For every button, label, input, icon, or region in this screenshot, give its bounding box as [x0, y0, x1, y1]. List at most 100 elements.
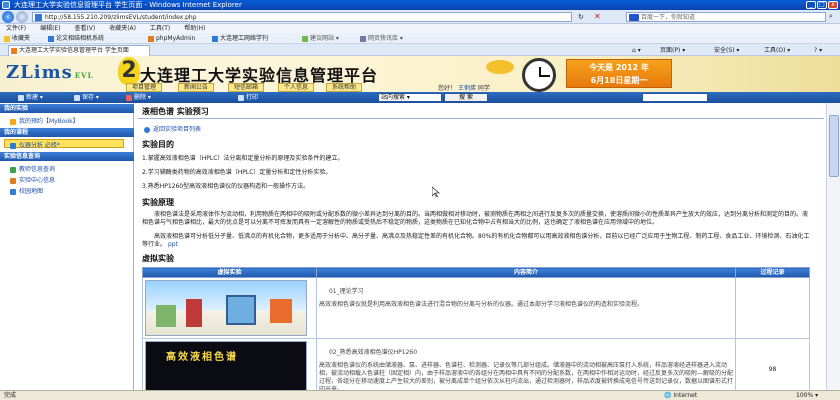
- address-input[interactable]: http://58.155.210.209/zlimsEVL/student/i…: [32, 12, 572, 22]
- internet-zone: 🌐 Internet: [664, 392, 698, 399]
- search-icon[interactable]: ⌕: [829, 12, 833, 21]
- vertical-scrollbar[interactable]: [826, 103, 840, 390]
- print-button[interactable]: 打印: [238, 92, 258, 103]
- page-title: 液相色谱 实验预习: [138, 105, 824, 119]
- back-arrow-icon: [144, 126, 150, 133]
- mouse-cursor-icon: [432, 187, 440, 197]
- col-header-intro: 内容简介: [315, 267, 737, 278]
- section-purpose-heading: 实验目的: [142, 140, 174, 149]
- row-title[interactable]: 01_理论学习: [329, 286, 733, 295]
- sidebar-section-info-query[interactable]: 实验信息查询: [0, 152, 134, 161]
- intro-cell: 02_熟悉高效液相色谱仪HP1260 高效液相色谱仪的系统由储液器、泵、进样器、…: [315, 338, 737, 390]
- toolbar-input[interactable]: [642, 93, 708, 102]
- sidebar-item-teacher-query[interactable]: 教师信息查询: [10, 164, 55, 173]
- sidebar-item-mybook[interactable]: 我的预约【MyBook】: [10, 116, 79, 125]
- delete-button[interactable]: 删除 ▾: [126, 92, 151, 103]
- main-content: 液相色谱 实验预习 返回实验项目列表 实验目的 1.掌握高效液相色谱（HPLC）…: [136, 103, 826, 390]
- record-cell: [735, 277, 810, 339]
- delete-icon: [126, 94, 132, 101]
- command-safety[interactable]: 安全(S) ▾: [714, 46, 739, 55]
- clock-icon: [522, 58, 556, 92]
- menu-bar: 文件(F) 编辑(E) 查看(V) 收藏夹(A) 工具(T) 帮助(H): [0, 24, 840, 33]
- sidebar-item-center-info[interactable]: 实验中心信息: [10, 175, 55, 184]
- table-row: 01_理论学习 高效液相色谱仪就是利用高效液相色谱法进行混合物的分离与分析的仪器…: [142, 277, 810, 339]
- new-button[interactable]: 新建 ▾: [18, 92, 43, 103]
- table-row: 高效液相色谱 02_熟悉高效液相色谱仪HP1260 高效液相色谱仪的系统由储液器…: [142, 338, 810, 390]
- help-icon[interactable]: ? ▾: [814, 46, 822, 55]
- nav-help[interactable]: 系统帮助: [326, 83, 363, 92]
- nav-news[interactable]: 新闻公告: [178, 83, 215, 92]
- command-page[interactable]: 页面(P) ▾: [660, 46, 685, 55]
- sidebar-item-campus-map[interactable]: 校园地图: [10, 186, 43, 195]
- maximize-button[interactable]: □: [817, 1, 827, 9]
- nav-profile[interactable]: 个人信息: [278, 83, 315, 92]
- home-icon[interactable]: ⌂ ▾: [632, 46, 641, 55]
- slice-icon: [360, 35, 366, 42]
- minimize-button[interactable]: _: [806, 1, 816, 9]
- close-button[interactable]: x: [828, 1, 838, 9]
- site-logo: ZLims EVL: [6, 62, 94, 83]
- back-to-list-link[interactable]: 返回实验项目列表: [144, 124, 201, 133]
- purpose-item-2: 2.学习辅酶类药物的高效液相色谱（HPLC）定量分析和定性分析实验。: [142, 169, 332, 176]
- refresh-icon[interactable]: ↻: [578, 13, 584, 21]
- page-icon: [48, 35, 54, 42]
- fav-link-dlut[interactable]: 大连理工网络学刊: [212, 33, 268, 44]
- new-icon: [18, 94, 24, 101]
- user-name[interactable]: 王俐烯: [458, 85, 476, 92]
- back-icon[interactable]: ‹: [2, 11, 14, 23]
- search-input[interactable]: 百度一下，你就知道: [626, 12, 826, 22]
- row-title[interactable]: 02_熟悉高效液相色谱仪HP1260: [329, 347, 733, 356]
- stop-icon[interactable]: ✕: [594, 12, 601, 21]
- menu-view[interactable]: 查看(V): [74, 24, 95, 33]
- book-icon: [10, 118, 16, 125]
- command-tools[interactable]: 工具(O) ▾: [764, 46, 790, 55]
- search-placeholder: 百度一下，你就知道: [641, 14, 696, 21]
- menu-tools[interactable]: 工具(T): [150, 24, 170, 33]
- site-search-button[interactable]: 搜 索: [444, 93, 488, 102]
- virtual-experiment-table: 虚拟实验 内容简介 过程记录 01_理论学习 高效液相色谱仪就是利用高效液相色谱…: [142, 267, 810, 390]
- col-header-virtual: 虚拟实验: [142, 267, 317, 278]
- status-bar: 完成 🌐 Internet 100% ▾: [0, 390, 840, 400]
- save-button[interactable]: 保存 ▾: [74, 92, 99, 103]
- favorites-button[interactable]: 收藏夹: [4, 33, 30, 44]
- fav-web-slices[interactable]: 网页快讯库 ▾: [360, 33, 403, 44]
- site-banner: ZLims EVL 2 大连理工大学实验信息管理平台 今天是 2012 年 6月1…: [0, 56, 840, 92]
- purpose-item-3: 3.熟悉HP1260型高效液相色谱仪的仪器构造和一般操作方法。: [142, 183, 310, 190]
- nav-project[interactable]: 项目管理: [126, 83, 163, 92]
- sidebar: 我的实验 我的预约【MyBook】 我的课程 仪器分析 必修* 实验信息查询 教…: [0, 103, 134, 390]
- hplc-thumbnail[interactable]: 高效液相色谱: [145, 341, 307, 390]
- forward-icon[interactable]: ›: [16, 11, 28, 23]
- menu-help[interactable]: 帮助(H): [184, 24, 205, 33]
- address-text: http://58.155.210.209/zlimsEVL/student/i…: [45, 14, 197, 21]
- scrollbar-thumb[interactable]: [829, 115, 839, 177]
- thumb-cell[interactable]: 高效液相色谱: [142, 338, 317, 390]
- browser-tab[interactable]: 大连理工大学实验信息管理平台 学生页面: [8, 45, 150, 56]
- fav-suggested-sites[interactable]: 建议网站 ▾: [302, 33, 339, 44]
- nav-messages[interactable]: 短信邮箱: [228, 83, 265, 92]
- sidebar-item-instrument-analysis[interactable]: 仪器分析 必修*: [10, 140, 60, 149]
- address-row: ‹ › http://58.155.210.209/zlimsEVL/stude…: [0, 10, 840, 24]
- date-line1: 今天是 2012 年: [589, 63, 649, 72]
- print-icon: [238, 94, 244, 101]
- sidebar-section-my-courses[interactable]: 我的课程: [0, 128, 134, 137]
- fav-link-thesis[interactable]: 论文相结相机系统: [48, 33, 104, 44]
- fav-link-phpmyadmin[interactable]: phpMyAdmin: [148, 33, 195, 44]
- menu-file[interactable]: 文件(F): [6, 24, 26, 33]
- app-toolbar: 新建 ▾ 保存 ▾ 删除 ▾ 打印 站内搜索 ▾ 搜 索: [0, 92, 840, 103]
- menu-edit[interactable]: 编辑(E): [40, 24, 60, 33]
- airplane-icon: [486, 60, 514, 74]
- section-principle-heading: 实验原理: [142, 198, 174, 207]
- ppt-link[interactable]: ppt: [168, 241, 178, 248]
- favorites-bar: 收藏夹 论文相结相机系统 phpMyAdmin 大连理工网络学刊 建议网站 ▾ …: [0, 33, 840, 44]
- suggest-icon: [302, 35, 308, 42]
- search-scope-select[interactable]: 站内搜索 ▾: [378, 93, 442, 102]
- principle-paragraph-2: 高效液相色谱可分析低分子量、低沸点的有机化合物，更多适用于分析中、高分子量、高沸…: [142, 233, 810, 248]
- sidebar-section-my-experiments[interactable]: 我的实验: [0, 104, 134, 113]
- save-icon: [74, 94, 80, 101]
- zoom-level[interactable]: 100% ▾: [796, 391, 818, 400]
- tab-row: 大连理工大学实验信息管理平台 学生页面 ⌂ ▾ 页面(P) ▾ 安全(S) ▾ …: [0, 44, 840, 56]
- menu-favorites[interactable]: 收藏夹(A): [109, 24, 136, 33]
- thumb-cell[interactable]: [142, 277, 317, 339]
- virtual-lab-thumbnail[interactable]: [145, 280, 307, 336]
- purpose-item-1: 1.掌握高效液相色谱（HPLC）法分离和定量分析的原理及实验条件的建立。: [142, 155, 344, 162]
